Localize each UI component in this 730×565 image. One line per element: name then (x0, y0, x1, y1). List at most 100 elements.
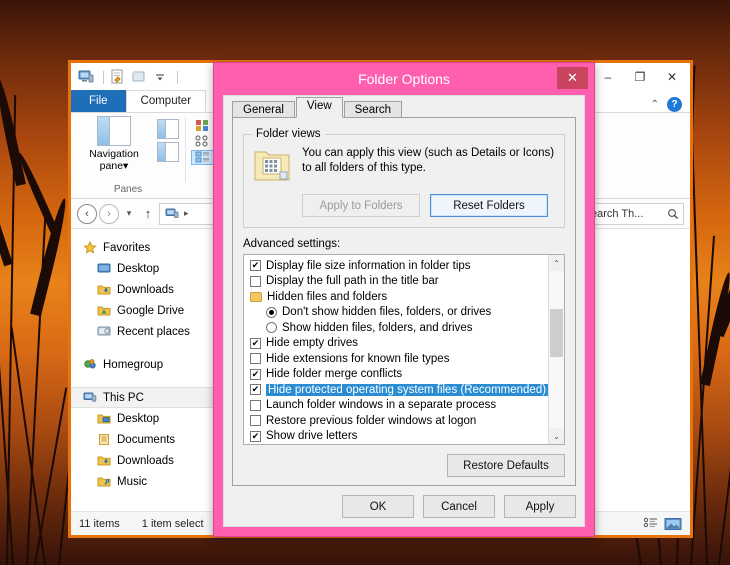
advanced-setting-row[interactable]: Launch folder windows in a separate proc… (248, 398, 548, 414)
this-pc-icon[interactable] (77, 68, 95, 86)
sidebar-item-this-pc[interactable]: This PC (71, 387, 218, 408)
advanced-setting-row[interactable]: ✔ Hide empty drives (248, 336, 548, 352)
sidebar-item-documents[interactable]: Documents (71, 429, 218, 450)
scrollbar-track[interactable] (549, 271, 564, 428)
sidebar-item-pc-desktop[interactable]: Desktop (71, 408, 218, 429)
scrollbar-thumb[interactable] (550, 308, 563, 358)
maximize-button[interactable]: ❐ (624, 64, 656, 90)
apply-to-folders-button[interactable]: Apply to Folders (302, 194, 420, 217)
navigation-pane: Favorites Desktop Downloads Google Drive… (71, 229, 219, 511)
ribbon-right-controls: ⌃ ? (651, 97, 690, 112)
tab-file[interactable]: File (71, 90, 126, 112)
navigation-pane-caret[interactable]: ▾ (123, 160, 128, 172)
folder-views-description: You can apply this view (such as Details… (302, 147, 555, 174)
sidebar-label-documents: Documents (117, 433, 176, 446)
up-button[interactable]: ↑ (139, 206, 157, 221)
radio-icon[interactable] (266, 306, 277, 318)
back-button[interactable]: ‹ (77, 203, 97, 224)
google-drive-icon (97, 306, 111, 316)
advanced-setting-row[interactable]: ✔ Show drive letters (248, 429, 548, 445)
properties-icon[interactable] (109, 68, 127, 86)
advanced-setting-label: Display the full path in the title bar (266, 275, 439, 288)
dialog-close-button[interactable]: ✕ (557, 67, 588, 89)
downloads-folder-icon (97, 456, 111, 466)
advanced-setting-row[interactable]: Hidden files and folders (248, 289, 548, 305)
forward-button[interactable]: › (99, 203, 119, 224)
checkbox-icon[interactable]: ✔ (250, 384, 261, 396)
nav-label-favorites: Favorites (103, 241, 151, 254)
view-mode-buttons (643, 517, 682, 531)
minimize-button[interactable]: – (592, 64, 624, 90)
apply-button[interactable]: Apply (504, 495, 576, 518)
checkbox-icon[interactable]: ✔ (250, 430, 261, 442)
cancel-button[interactable]: Cancel (423, 495, 495, 518)
close-button[interactable]: ✕ (656, 64, 688, 90)
tab-view[interactable]: View (295, 97, 343, 118)
customize-dropdown-icon[interactable] (151, 68, 169, 86)
advanced-setting-label: Don't show hidden files, folders, or dri… (282, 306, 492, 319)
advanced-setting-label: Hide protected operating system files (R… (266, 383, 548, 396)
preview-pane-icon[interactable] (157, 119, 179, 139)
ribbon-group-panes: Navigation pane▾ Panes (71, 113, 185, 198)
this-pc-icon (83, 392, 97, 402)
checkbox-icon[interactable] (250, 353, 261, 365)
reset-folders-button[interactable]: Reset Folders (430, 194, 548, 217)
advanced-setting-row[interactable]: Restore previous folder windows at logon (248, 413, 548, 429)
advanced-setting-label: Hidden files and folders (267, 290, 388, 303)
nav-header-favorites[interactable]: Favorites (71, 237, 218, 258)
sidebar-item-homegroup[interactable]: Homegroup (71, 354, 218, 375)
advanced-setting-row[interactable]: Show hidden files, folders, and drives (248, 320, 548, 336)
help-icon[interactable]: ? (667, 97, 682, 112)
advanced-setting-row[interactable]: Hide extensions for known file types (248, 351, 548, 367)
desktop-icon (97, 263, 111, 273)
breadcrumb-chevron[interactable]: ▸ (184, 208, 189, 219)
checkbox-icon[interactable]: ✔ (250, 337, 261, 349)
nav-spacer-1 (71, 342, 218, 354)
advanced-setting-row[interactable]: ✔ Hide protected operating system files (… (248, 382, 548, 398)
new-folder-icon[interactable] (130, 68, 148, 86)
sidebar-label-pc-desktop: Desktop (117, 412, 160, 425)
search-input[interactable]: earch Th... (586, 202, 684, 225)
advanced-setting-label: Show hidden files, folders, and drives (282, 321, 473, 334)
folder-icon (250, 291, 262, 302)
advanced-setting-row[interactable]: ✔ Hide folder merge conflicts (248, 367, 548, 383)
advanced-setting-row[interactable]: Display the full path in the title bar (248, 274, 548, 290)
search-icon (668, 208, 678, 219)
window-controls: – ❐ ✕ (592, 64, 688, 90)
advanced-setting-row[interactable]: ✔ Display file size information in folder… (248, 258, 548, 274)
sidebar-item-pc-downloads[interactable]: Downloads (71, 450, 218, 471)
details-pane-icon[interactable] (157, 142, 179, 162)
checkbox-icon[interactable] (250, 275, 261, 287)
pane-toggle-group (157, 116, 179, 172)
checkbox-icon[interactable]: ✔ (250, 260, 261, 272)
sidebar-item-google-drive[interactable]: Google Drive (71, 300, 218, 321)
scroll-up-button[interactable]: ⌃ (549, 255, 564, 271)
restore-defaults-button[interactable]: Restore Defaults (447, 454, 565, 477)
downloads-icon (97, 285, 111, 295)
advanced-settings-scrollbar[interactable]: ⌃ ⌄ (548, 255, 564, 444)
checkbox-icon[interactable]: ✔ (250, 368, 261, 380)
dialog-inner-panel: General View Search Folder views You can… (223, 95, 585, 527)
advanced-setting-label: Display file size information in folder … (266, 259, 471, 272)
history-dropdown-icon[interactable]: ▾ (121, 208, 137, 219)
checkbox-icon[interactable] (250, 415, 261, 427)
tab-computer[interactable]: Computer (125, 90, 207, 112)
ok-button[interactable]: OK (342, 495, 414, 518)
desktop-folder-icon (97, 414, 111, 424)
sidebar-item-desktop[interactable]: Desktop (71, 258, 218, 279)
folder-views-icon (252, 146, 292, 184)
sidebar-label-downloads: Downloads (117, 283, 174, 296)
advanced-setting-label: Show drive letters (266, 430, 358, 443)
sidebar-item-recent-places[interactable]: Recent places (71, 321, 218, 342)
radio-icon[interactable] (266, 322, 277, 334)
navigation-pane-button[interactable]: Navigation pane▾ (77, 116, 151, 172)
navigation-pane-label-2: pane (99, 160, 124, 172)
sidebar-item-downloads[interactable]: Downloads (71, 279, 218, 300)
scroll-down-button[interactable]: ⌄ (549, 428, 564, 444)
sidebar-label-music: Music (117, 475, 148, 488)
sidebar-item-music[interactable]: Music (71, 471, 218, 492)
checkbox-icon[interactable] (250, 399, 261, 411)
advanced-settings-list[interactable]: ✔ Display file size information in folder… (243, 254, 565, 445)
collapse-ribbon-icon[interactable]: ⌃ (651, 99, 659, 110)
advanced-setting-row[interactable]: Don't show hidden files, folders, or dri… (248, 305, 548, 321)
